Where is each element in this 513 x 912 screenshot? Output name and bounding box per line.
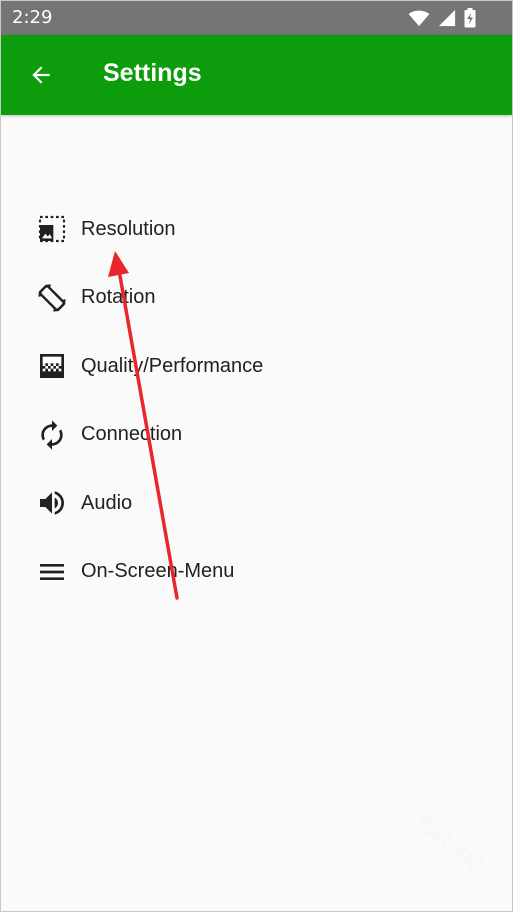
cellular-icon [438,9,456,27]
volume-up-icon [36,487,68,519]
wifi-icon [408,10,430,27]
autorenew-icon [36,419,68,451]
gradient-icon [36,350,68,382]
menu-item-rotation[interactable]: Rotation [1,264,512,333]
app-bar: Settings [1,35,512,115]
battery-charging-icon [464,8,476,28]
menu-item-label: Audio [81,491,133,514]
back-button[interactable] [21,55,61,95]
status-icons [408,8,476,28]
menu-item-label: On-Screen-Menu [81,560,235,583]
menu-item-label: Rotation [81,286,156,309]
menu-item-connection[interactable]: Connection [1,401,512,470]
menu-item-resolution[interactable]: Resolution [1,195,512,264]
menu-item-audio[interactable]: Audio [1,469,512,538]
menu-item-label: Connection [81,423,183,446]
menu-icon [36,556,68,588]
app-window: 2:29 Settings Resolution Rotation Qualit… [0,0,513,912]
screen-rotation-icon [36,282,68,314]
watermark: 出色软件站 [396,795,489,878]
status-time: 2:29 [12,7,53,28]
status-bar: 2:29 [1,1,512,35]
page-title: Settings [103,59,202,87]
menu-item-label: Quality/Performance [81,354,264,377]
menu-item-on-screen-menu[interactable]: On-Screen-Menu [1,538,512,607]
menu-item-label: Resolution [81,217,176,240]
arrow-back-icon [32,66,50,84]
menu-item-quality-performance[interactable]: Quality/Performance [1,332,512,401]
photo-size-select-icon [36,213,68,245]
settings-menu-list: Resolution Rotation Quality/Performance … [1,195,512,606]
